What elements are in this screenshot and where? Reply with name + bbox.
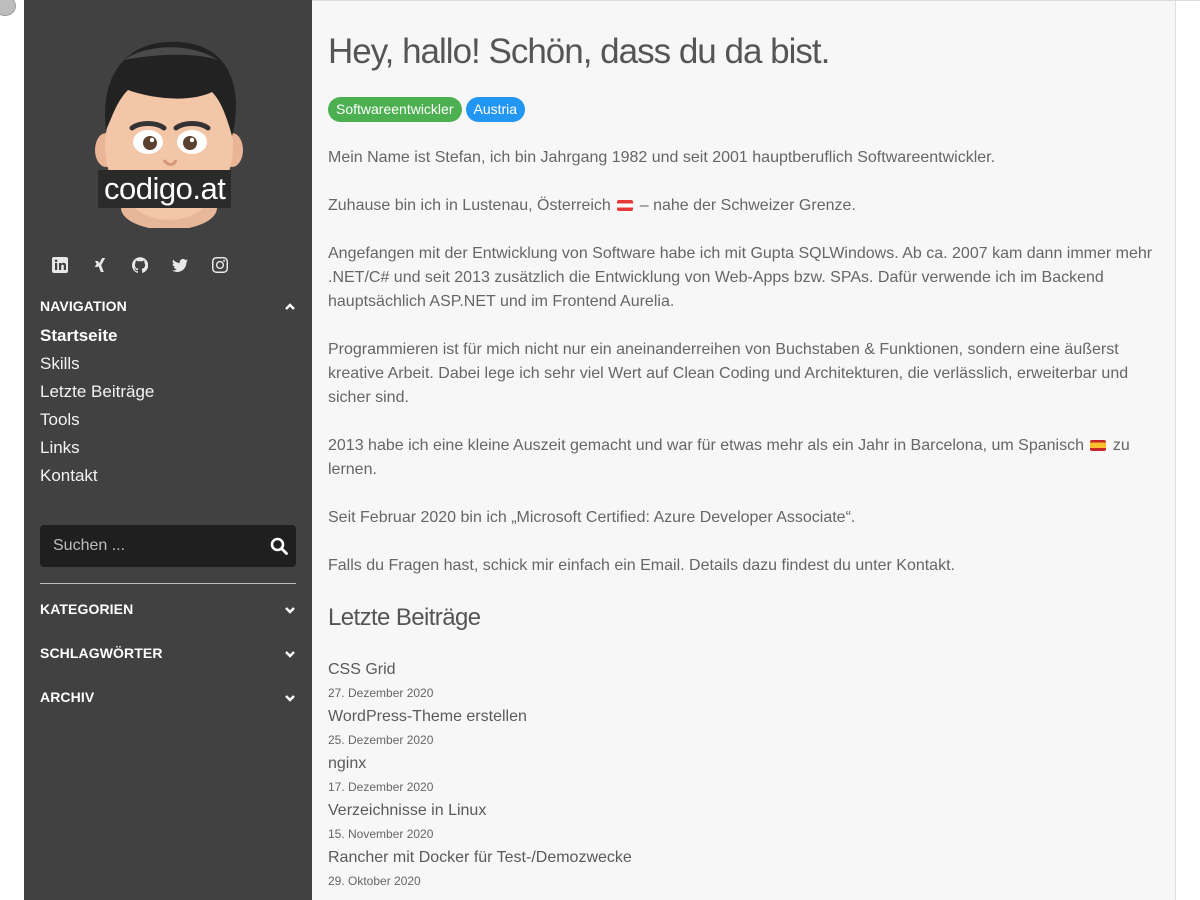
post-link[interactable]: Rancher mit Docker für Test-/Demozwecke — [328, 846, 928, 870]
recent-posts-title: Letzte Beiträge — [328, 604, 481, 631]
post-date: 29. Oktober 2020 — [328, 874, 421, 888]
austria-flag-icon — [617, 200, 634, 211]
navigation-menu: Startseite Skills Letzte Beiträge Tools … — [40, 322, 296, 490]
paragraph: Zuhause bin ich in Lustenau, Österreich … — [328, 194, 1158, 218]
post-link[interactable]: Verzeichnisse in Linux — [328, 799, 928, 823]
spain-flag-icon — [1090, 440, 1107, 451]
chevron-down-icon — [284, 603, 296, 615]
nav-item-letzte-beitraege[interactable]: Letzte Beiträge — [40, 378, 296, 406]
post-date: 27. Dezember 2020 — [328, 686, 434, 700]
window-corner-dot — [0, 0, 16, 16]
navigation-title: NAVIGATION — [40, 298, 127, 314]
post-link[interactable]: WordPress-Theme erstellen — [328, 705, 928, 729]
sidebar: codigo.at NAVIGATION Startseite Skills L… — [24, 0, 312, 900]
instagram-icon[interactable] — [200, 254, 240, 276]
archiv-header[interactable]: ARCHIV — [40, 687, 296, 707]
github-icon[interactable] — [120, 254, 160, 276]
nav-item-startseite[interactable]: Startseite — [40, 322, 296, 350]
archiv-title: ARCHIV — [40, 689, 95, 705]
list-item: WordPress-Theme erstellen 25. Dezember 2… — [328, 705, 928, 752]
post-date: 25. Dezember 2020 — [328, 733, 434, 747]
site-logo-text: codigo.at — [98, 170, 232, 208]
tag-list: Softwareentwickler Austria — [328, 97, 526, 122]
navigation-header[interactable]: NAVIGATION — [40, 296, 296, 316]
linkedin-icon[interactable] — [40, 254, 80, 276]
nav-item-skills[interactable]: Skills — [40, 350, 296, 378]
chevron-down-icon — [284, 647, 296, 659]
list-item: CSS Grid 27. Dezember 2020 — [328, 658, 928, 705]
search-input[interactable] — [40, 525, 262, 567]
search-icon — [270, 537, 288, 555]
paragraph: Seit Februar 2020 bin ich „Microsoft Cer… — [328, 509, 856, 526]
paragraph: 2013 habe ich eine kleine Auszeit gemach… — [328, 434, 1158, 482]
nav-item-links[interactable]: Links — [40, 434, 296, 462]
kategorien-header[interactable]: KATEGORIEN — [40, 599, 296, 619]
paragraph: Programmieren ist für mich nicht nur ein… — [328, 341, 1129, 406]
tag-softwareentwickler[interactable]: Softwareentwickler — [328, 97, 462, 122]
post-link[interactable]: nginx — [328, 752, 928, 776]
paragraph-text: 2013 habe ich eine kleine Auszeit gemach… — [328, 437, 1084, 454]
nav-item-kontakt[interactable]: Kontakt — [40, 462, 296, 490]
schlagwoerter-title: SCHLAGWÖRTER — [40, 645, 163, 661]
post-date: 15. November 2020 — [328, 827, 434, 841]
tag-austria[interactable]: Austria — [465, 97, 526, 122]
schlagwoerter-header[interactable]: SCHLAGWÖRTER — [40, 643, 296, 663]
list-item: Rancher mit Docker für Test-/Demozwecke … — [328, 846, 928, 893]
post-date: 17. Dezember 2020 — [328, 780, 434, 794]
kategorien-title: KATEGORIEN — [40, 601, 134, 617]
paragraph: Falls du Fragen hast, schick mir einfach… — [328, 557, 955, 574]
main-content: Hey, hallo! Schön, dass du da bist. Soft… — [312, 1, 1176, 900]
social-links — [40, 254, 240, 276]
post-link[interactable]: CSS Grid — [328, 658, 928, 682]
sidebar-divider — [40, 583, 296, 584]
xing-icon[interactable] — [80, 254, 120, 276]
paragraph: Mein Name ist Stefan, ich bin Jahrgang 1… — [328, 149, 996, 166]
page-title: Hey, hallo! Schön, dass du da bist. — [328, 32, 830, 71]
twitter-icon[interactable] — [160, 254, 200, 276]
search-box — [40, 525, 296, 567]
avatar[interactable]: codigo.at — [94, 38, 244, 230]
paragraph-text: Zuhause bin ich in Lustenau, Österreich — [328, 197, 611, 214]
chevron-down-icon — [284, 691, 296, 703]
nav-item-tools[interactable]: Tools — [40, 406, 296, 434]
paragraph: Angefangen mit der Entwicklung von Softw… — [328, 245, 1153, 310]
paragraph-text: – nahe der Schweizer Grenze. — [635, 197, 856, 214]
chevron-up-icon — [284, 300, 296, 312]
search-button[interactable] — [262, 526, 296, 566]
recent-posts-list: CSS Grid 27. Dezember 2020 WordPress-The… — [328, 658, 928, 893]
list-item: nginx 17. Dezember 2020 — [328, 752, 928, 799]
intro-text: Mein Name ist Stefan, ich bin Jahrgang 1… — [328, 146, 1158, 602]
list-item: Verzeichnisse in Linux 15. November 2020 — [328, 799, 928, 846]
